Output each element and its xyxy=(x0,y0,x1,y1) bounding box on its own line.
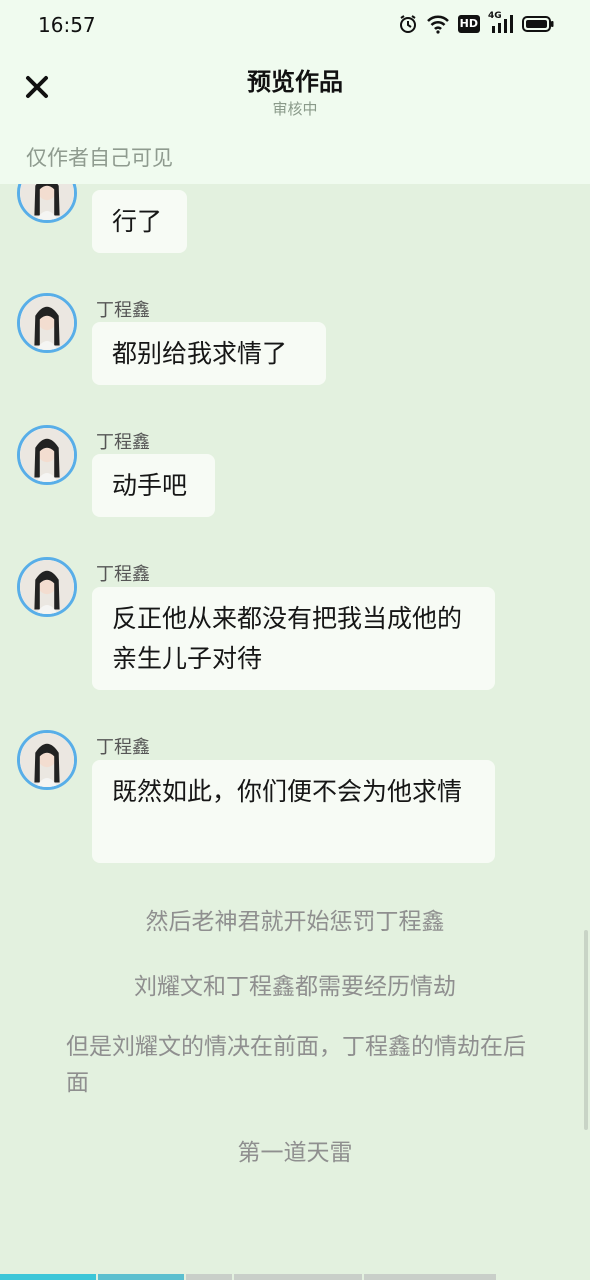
progress-segment xyxy=(0,1274,96,1280)
narration-line: 但是刘耀文的情决在前面，丁程鑫的情劫在后面 xyxy=(66,1034,526,1096)
wifi-icon xyxy=(426,15,449,34)
progress-segment xyxy=(98,1274,184,1280)
header: 预览作品 审核中 xyxy=(0,52,590,132)
sender-name: 丁程鑫 xyxy=(96,432,150,453)
sender-name: 丁程鑫 xyxy=(96,564,150,585)
message-bubble: 行了 xyxy=(92,190,187,253)
progress-segment xyxy=(186,1274,232,1280)
status-bar: 16:57 HD 4G xyxy=(0,0,590,52)
signal-icon: 4G xyxy=(488,11,514,34)
chat-feed[interactable]: 行了 丁程鑫 都别给我求情了 丁程鑫 动手吧 丁程鑫 反正他从来都没有把我当成他… xyxy=(0,184,590,1274)
review-status: 审核中 xyxy=(272,100,318,118)
avatar xyxy=(17,425,77,485)
message-bubble: 既然如此，你们便不会为他求情 xyxy=(92,760,495,863)
sender-name: 丁程鑫 xyxy=(96,300,150,321)
scrollbar[interactable] xyxy=(584,930,588,1130)
battery-icon xyxy=(522,16,554,32)
message-bubble: 动手吧 xyxy=(92,454,215,517)
avatar xyxy=(17,293,77,353)
progress-segment xyxy=(364,1274,496,1280)
status-icons: HD 4G xyxy=(398,11,554,34)
progress-bar xyxy=(0,1274,590,1280)
avatar xyxy=(17,730,77,790)
message-bubble: 都别给我求情了 xyxy=(92,322,326,385)
narration-line: 第一道天雷 xyxy=(237,1140,353,1166)
status-time: 16:57 xyxy=(38,13,96,37)
page-title: 预览作品 xyxy=(247,68,343,96)
avatar xyxy=(17,557,77,617)
progress-segment xyxy=(234,1274,362,1280)
narration-line: 刘耀文和丁程鑫都需要经历情劫 xyxy=(134,974,456,1000)
sender-name: 丁程鑫 xyxy=(96,737,150,758)
message-bubble: 反正他从来都没有把我当成他的亲生儿子对待 xyxy=(92,587,495,690)
narration-line: 然后老神君就开始惩罚丁程鑫 xyxy=(145,909,445,935)
visibility-note: 仅作者自己可见 xyxy=(26,146,173,170)
alarm-icon xyxy=(399,15,416,33)
hd-icon: HD xyxy=(457,15,480,33)
avatar xyxy=(17,184,77,223)
visibility-bar: 仅作者自己可见 xyxy=(0,132,590,184)
